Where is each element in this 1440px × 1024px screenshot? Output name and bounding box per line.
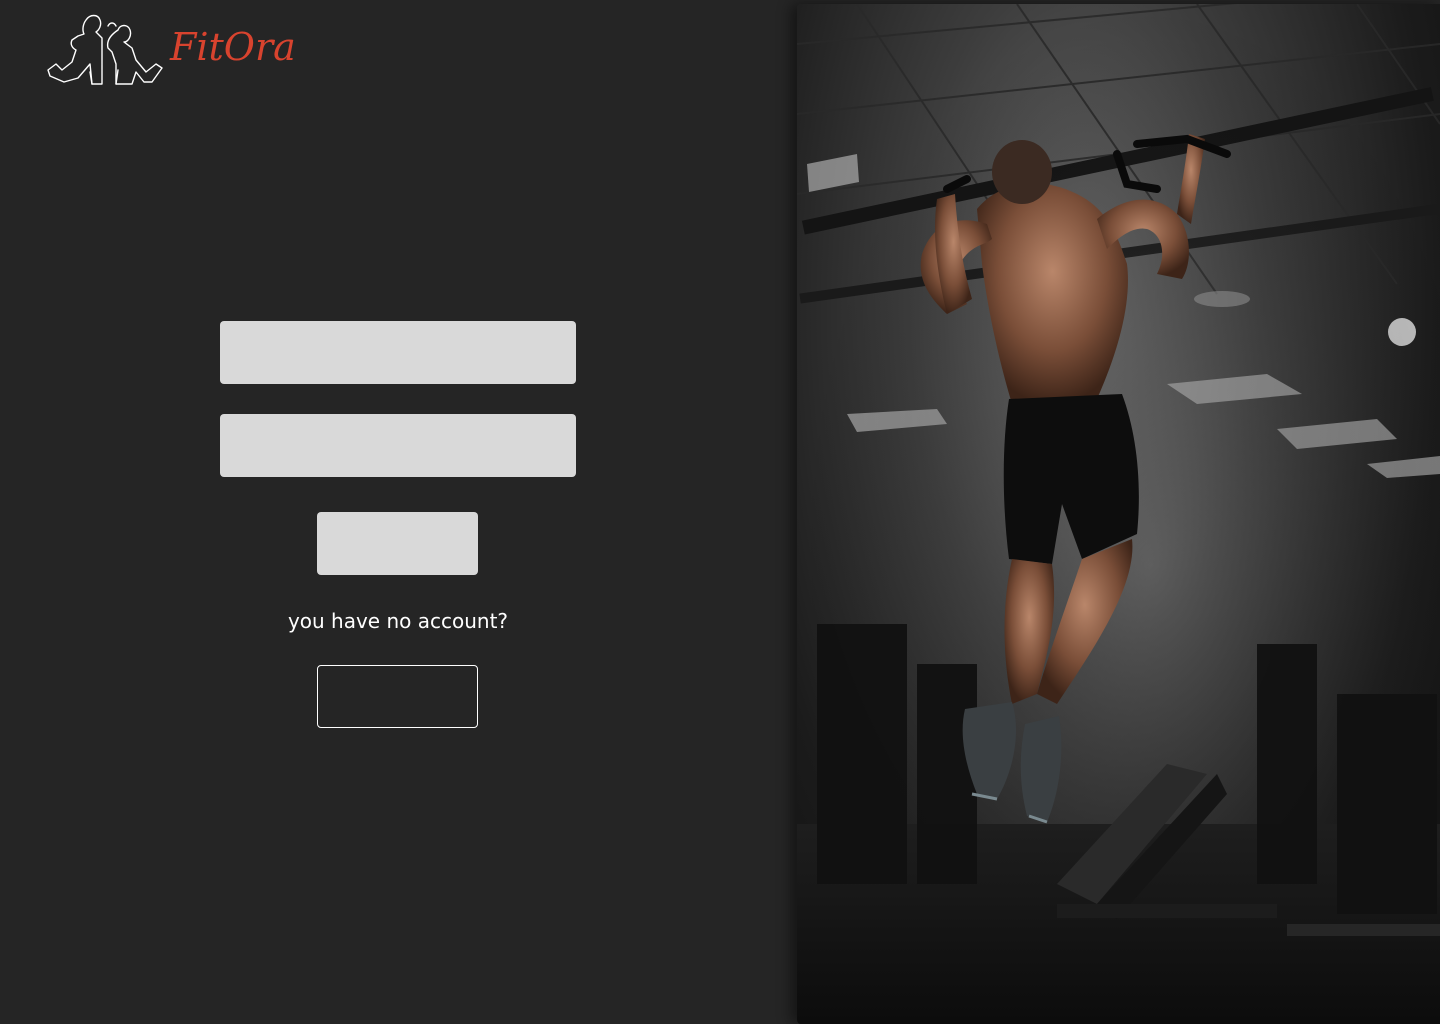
brand-name: FitOra — [170, 25, 296, 69]
hero-image — [797, 4, 1440, 1024]
email-input[interactable] — [220, 321, 576, 384]
brand-logo[interactable]: FitOra — [46, 12, 296, 88]
login-page: FitOra you have no account? — [0, 0, 1440, 1024]
login-button[interactable] — [317, 512, 478, 575]
gym-pullup-illustration — [797, 4, 1440, 1024]
no-account-text: you have no account? — [287, 609, 509, 633]
fitness-couple-logo-icon — [47, 14, 163, 85]
signup-button[interactable] — [317, 665, 478, 728]
password-input[interactable] — [220, 414, 576, 477]
